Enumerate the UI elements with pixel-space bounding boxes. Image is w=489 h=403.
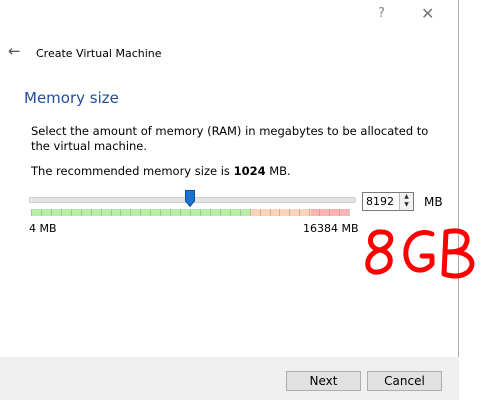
memory-spinbox[interactable]: 8192 ▲ ▼ — [362, 192, 414, 211]
scale-tick — [40, 209, 42, 216]
scale-tick — [229, 209, 231, 216]
scale-tick — [239, 209, 241, 216]
scale-tick — [199, 209, 201, 216]
scale-tick — [339, 209, 341, 216]
scale-tick — [319, 209, 321, 216]
scale-tick — [170, 209, 172, 216]
scale-tick — [140, 209, 142, 216]
scale-tick — [90, 209, 92, 216]
scale-tick — [219, 209, 221, 216]
recommended-size-text: The recommended memory size is 1024 MB. — [31, 164, 291, 178]
memory-unit-label: MB — [424, 195, 443, 209]
help-button[interactable]: ? — [378, 6, 385, 21]
scale-tick — [110, 209, 112, 216]
cancel-button[interactable]: Cancel — [367, 371, 442, 391]
spin-up-icon[interactable]: ▲ — [400, 193, 413, 201]
memory-slider-handle[interactable] — [185, 190, 195, 207]
scale-tick — [150, 209, 152, 216]
next-button[interactable]: Next — [286, 371, 361, 391]
recommend-prefix: The recommended memory size is — [31, 164, 234, 178]
scale-tick — [120, 209, 122, 216]
scale-tick — [269, 209, 271, 216]
min-memory-label: 4 MB — [29, 222, 57, 235]
scale-tick — [31, 209, 32, 216]
scale-tick — [349, 209, 350, 216]
spin-down-icon[interactable]: ▼ — [400, 201, 413, 209]
scale-tick — [190, 209, 191, 216]
scale-tick — [100, 209, 102, 216]
scale-tick — [209, 209, 211, 216]
recommend-value: 1024 — [233, 164, 266, 178]
spin-arrows[interactable]: ▲ ▼ — [399, 193, 413, 210]
scale-tick — [309, 209, 311, 216]
wizard-title: Create Virtual Machine — [36, 47, 162, 60]
description-text: Select the amount of memory (RAM) in meg… — [31, 124, 429, 153]
handwritten-8gb-annotation — [365, 228, 475, 279]
recommend-suffix: MB. — [265, 164, 291, 178]
scale-tick — [70, 209, 72, 216]
back-arrow-icon[interactable]: ← — [8, 42, 21, 60]
scale-tick — [329, 209, 331, 216]
memory-value-input[interactable]: 8192 — [366, 195, 394, 208]
scale-tick — [299, 209, 301, 216]
scale-tick — [249, 209, 251, 216]
close-button[interactable]: ✕ — [421, 4, 434, 23]
scale-ticks — [31, 209, 350, 216]
scale-tick — [50, 209, 52, 216]
scale-tick — [60, 209, 62, 216]
scale-tick — [259, 209, 261, 216]
scale-tick — [279, 209, 281, 216]
max-memory-label: 16384 MB — [303, 222, 359, 235]
scale-tick — [180, 209, 182, 216]
page-title: Memory size — [24, 89, 119, 107]
scale-tick — [160, 209, 162, 216]
scale-tick — [130, 209, 132, 216]
scale-tick — [80, 209, 82, 216]
scale-tick — [289, 209, 291, 216]
dialog-window: ? ✕ ← Create Virtual Machine Memory size… — [0, 0, 459, 400]
